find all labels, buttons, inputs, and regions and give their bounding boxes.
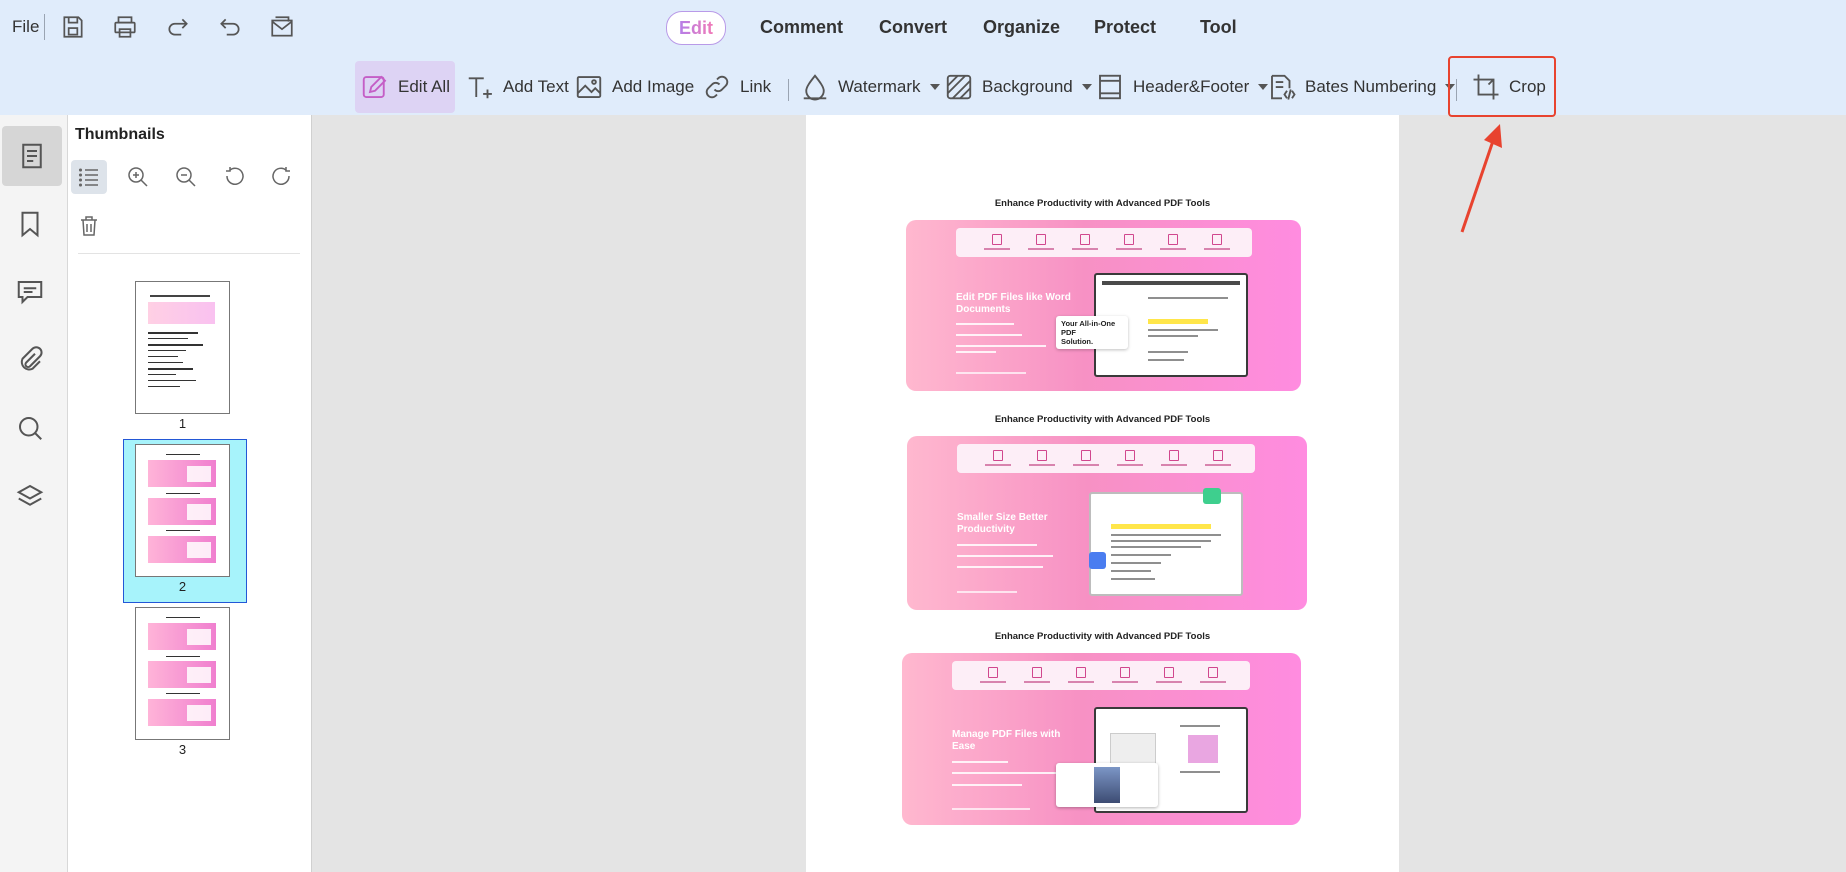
banner-heading-line: Smaller Size Better <box>957 512 1048 523</box>
banner-heading-line: Documents <box>956 304 1011 315</box>
toolbar-divider <box>788 79 789 101</box>
chevron-down-icon <box>1081 84 1092 90</box>
banner-heading-line: Productivity <box>957 524 1015 535</box>
banner-nav-bar <box>957 444 1255 473</box>
add-image-label: Add Image <box>612 77 695 96</box>
background-dropdown[interactable]: Background <box>944 61 1092 113</box>
page-number-3: 3 <box>178 742 187 757</box>
layers-icon[interactable] <box>0 466 60 526</box>
banner-heading-line: Edit PDF Files like Word <box>956 292 1071 303</box>
section-title: Enhance Productivity with Advanced PDF T… <box>994 198 1211 209</box>
watermark-icon <box>803 74 827 101</box>
bates-numbering-dropdown[interactable]: Bates Numbering <box>1267 61 1456 113</box>
header-footer-dropdown[interactable]: Header&Footer <box>1095 61 1269 113</box>
link-icon <box>705 75 729 99</box>
tab-edit[interactable]: Edit <box>666 11 726 45</box>
page-thumbnail-1[interactable] <box>135 281 230 414</box>
rotate-right-icon[interactable] <box>264 160 300 194</box>
banner-heading-line: Ease <box>952 741 976 752</box>
crop-highlight-box <box>1448 56 1556 117</box>
annotation-arrow-icon <box>1460 124 1502 233</box>
mail-icon[interactable] <box>267 12 297 42</box>
banner-nav-bar <box>956 228 1252 257</box>
list-view-icon[interactable] <box>71 160 107 194</box>
watermark-label: Watermark <box>838 77 921 96</box>
search-icon[interactable] <box>0 398 60 458</box>
add-text-icon <box>468 77 492 99</box>
edit-all-button[interactable]: Edit All <box>355 61 455 113</box>
tab-tool[interactable]: Tool <box>1200 11 1237 43</box>
tab-protect[interactable]: Protect <box>1094 11 1156 43</box>
link-button[interactable]: Link <box>702 61 771 113</box>
image-icon <box>576 76 602 98</box>
link-label: Link <box>740 77 772 96</box>
banner-heading-line: Manage PDF Files with <box>952 729 1061 740</box>
bates-numbering-label: Bates Numbering <box>1305 77 1437 96</box>
thumbnails-title: Thumbnails <box>75 126 165 143</box>
save-icon[interactable] <box>58 12 88 42</box>
add-image-button[interactable]: Add Image <box>574 61 694 113</box>
undo-icon[interactable] <box>215 12 245 42</box>
banner-preview-card <box>1056 763 1158 807</box>
file-menu[interactable]: File <box>12 14 39 40</box>
section-title: Enhance Productivity with Advanced PDF T… <box>994 414 1211 425</box>
watermark-dropdown[interactable]: Watermark <box>800 61 940 113</box>
sidebar-rail <box>0 115 68 872</box>
edit-all-label: Edit All <box>398 77 450 96</box>
promo-banner: Manage PDF Files with Ease <box>902 653 1301 825</box>
zoom-in-icon[interactable] <box>120 160 156 194</box>
promo-banner: Smaller Size Better Productivity <box>907 436 1307 610</box>
banner-nav-bar <box>952 661 1250 690</box>
top-toolbar: File Edit Comment Convert Organize Prote… <box>0 0 1846 115</box>
popup-line: Solution. <box>1061 337 1094 346</box>
page-thumbnail-3[interactable] <box>135 607 230 740</box>
document-badge-icon <box>1203 488 1221 504</box>
promo-banner: Edit PDF Files like Word Documents Your … <box>906 220 1301 391</box>
bates-numbering-icon <box>1271 74 1296 100</box>
page-number-1: 1 <box>178 416 187 431</box>
tab-organize[interactable]: Organize <box>983 11 1060 43</box>
edit-pencil-icon <box>362 75 387 98</box>
chevron-down-icon <box>929 84 940 90</box>
page-thumbnail-2[interactable] <box>135 444 230 577</box>
divider <box>78 253 300 254</box>
tab-edit-label: Edit <box>679 17 713 38</box>
bookmark-icon[interactable] <box>0 194 60 254</box>
thumbnails-panel: Thumbnails 1 2 3 <box>68 115 312 872</box>
toolbar-divider <box>44 14 45 40</box>
background-icon <box>946 74 972 100</box>
page-number-2: 2 <box>178 579 187 594</box>
attachment-icon[interactable] <box>0 330 60 390</box>
tab-convert[interactable]: Convert <box>879 11 947 43</box>
comment-icon[interactable] <box>0 262 60 322</box>
document-page: Enhance Productivity with Advanced PDF T… <box>806 115 1399 872</box>
header-footer-icon <box>1099 74 1121 100</box>
redo-icon[interactable] <box>163 12 193 42</box>
print-icon[interactable] <box>110 12 140 42</box>
background-label: Background <box>982 77 1073 96</box>
add-text-button[interactable]: Add Text <box>465 61 569 113</box>
popup-line: Your All-in-One PDF <box>1061 319 1116 337</box>
banner-heading: Manage PDF Files with Ease <box>952 729 1060 753</box>
banner-heading: Smaller Size Better Productivity <box>957 512 1048 536</box>
zoom-out-icon[interactable] <box>168 160 204 194</box>
header-footer-label: Header&Footer <box>1133 77 1250 96</box>
banner-popup: Your All-in-One PDF Solution. <box>1056 316 1128 349</box>
save-badge-icon <box>1089 552 1106 569</box>
rotate-left-icon[interactable] <box>216 160 252 194</box>
banner-screenshot <box>1089 492 1243 596</box>
tab-comment[interactable]: Comment <box>760 11 843 43</box>
delete-icon[interactable] <box>71 209 107 243</box>
banner-heading: Edit PDF Files like Word Documents <box>956 292 1071 316</box>
pages-icon[interactable] <box>2 126 62 186</box>
section-title: Enhance Productivity with Advanced PDF T… <box>994 631 1211 642</box>
add-text-label: Add Text <box>503 77 569 96</box>
